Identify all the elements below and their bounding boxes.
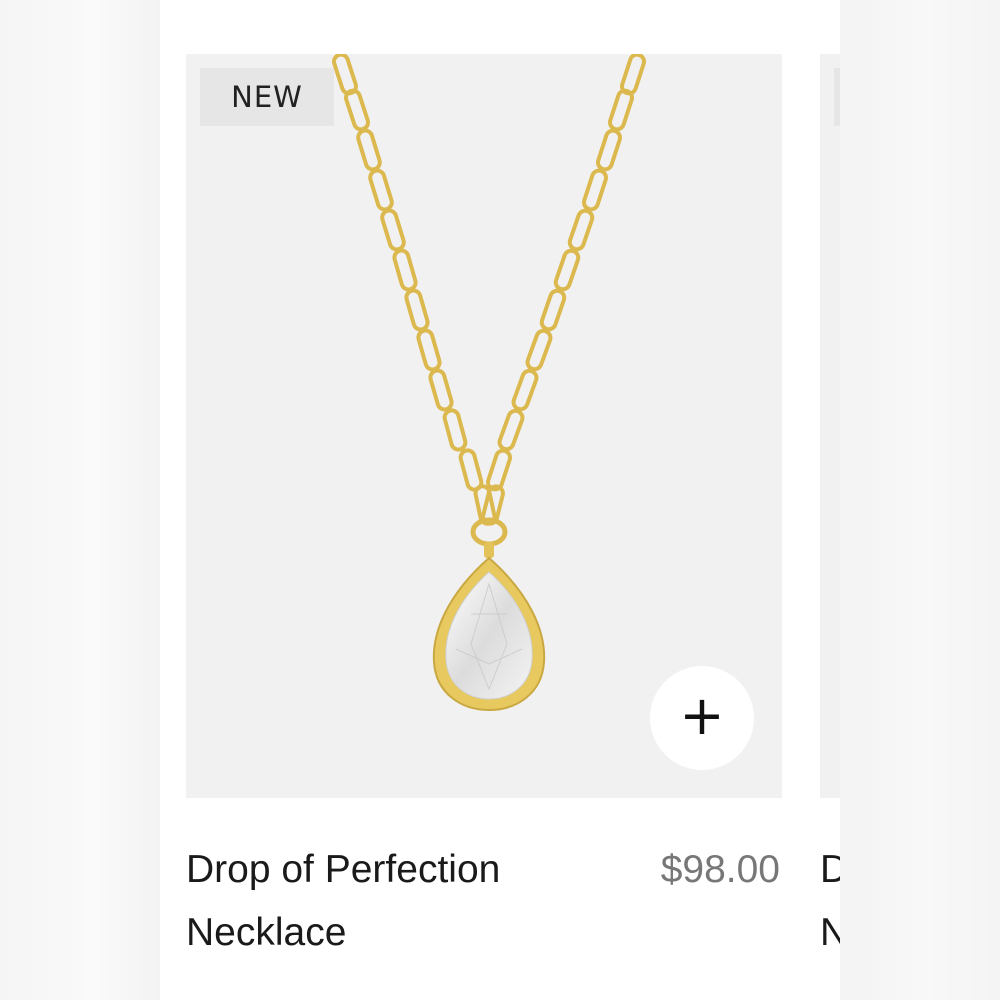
- next-product-card[interactable]: D N: [820, 54, 840, 964]
- new-badge: NEW: [200, 68, 334, 126]
- next-product-name[interactable]: D N: [820, 838, 840, 964]
- badge-label: NEW: [231, 80, 303, 114]
- product-card[interactable]: NEW + Drop of Perfection Necklace $98.00: [186, 54, 782, 964]
- plus-icon: +: [679, 684, 725, 747]
- product-image[interactable]: NEW +: [186, 54, 782, 798]
- next-product-name-line1: D: [820, 848, 840, 891]
- background-right: [840, 0, 1000, 1000]
- next-new-badge: [834, 68, 840, 126]
- next-product-image[interactable]: [820, 54, 840, 798]
- add-to-bag-button[interactable]: +: [650, 666, 754, 770]
- next-product-name-line2: N: [820, 911, 840, 954]
- product-price: $98.00: [660, 848, 780, 891]
- product-info: Drop of Perfection Necklace $98.00: [186, 838, 782, 964]
- background-left: [0, 0, 160, 1000]
- product-listing: NEW + Drop of Perfection Necklace $98.00…: [160, 0, 840, 1000]
- product-name[interactable]: Drop of Perfection Necklace: [186, 838, 566, 964]
